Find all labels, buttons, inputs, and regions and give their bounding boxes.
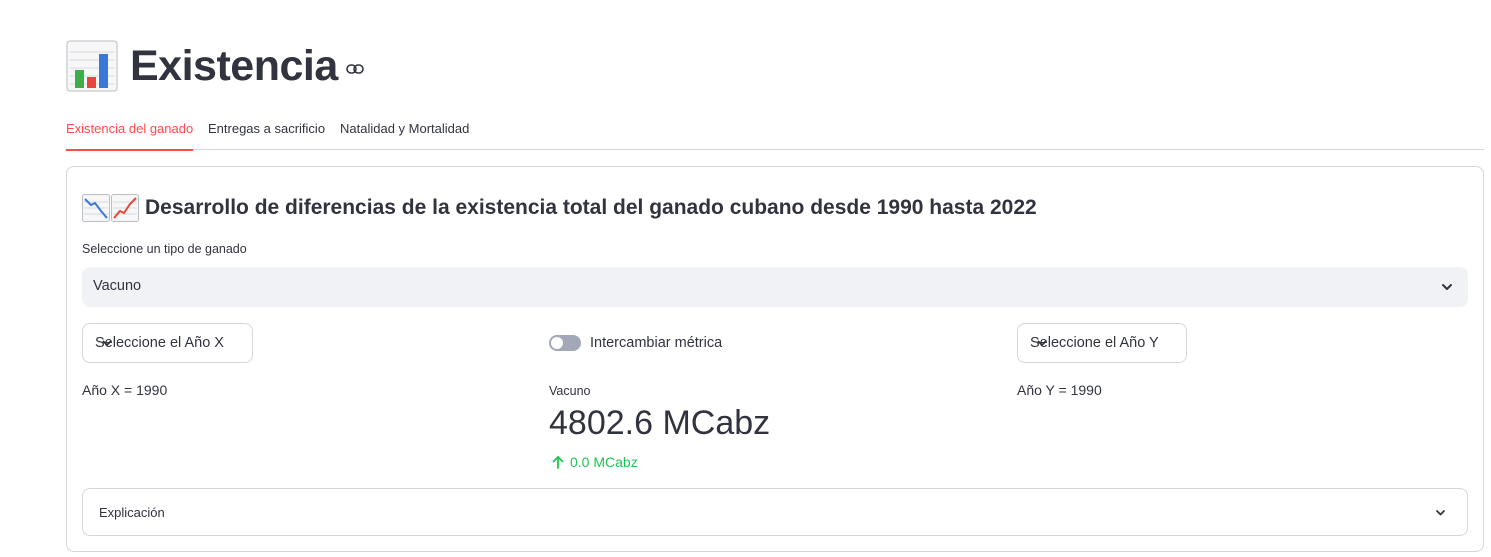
anchor-link[interactable] [345, 64, 364, 74]
toggle-knob [551, 337, 563, 349]
year-x-select-button[interactable]: Seleccione el Año X [82, 323, 253, 363]
metric-value: 4802.6 MCabz [549, 404, 771, 442]
year-y-select-label: Seleccione el Año Y [1030, 335, 1159, 351]
tab-natalidad-y-mortalidad[interactable]: Natalidad y Mortalidad [340, 112, 469, 150]
year-y-text: Año Y = 1990 [1017, 382, 1102, 398]
explanation-expander[interactable]: Explicación [82, 488, 1468, 536]
chevron-down-icon [1036, 337, 1048, 349]
bar-chart-emoji-icon [66, 40, 118, 92]
tab-bar: Existencia del ganado Entregas a sacrifi… [66, 112, 1484, 151]
expander-label: Explicación [99, 505, 165, 520]
section-heading: Desarrollo de diferencias de la existenc… [82, 192, 1037, 224]
chevron-down-icon [1440, 280, 1454, 294]
page-header: Existencia [66, 38, 364, 94]
chart-increasing-emoji-icon [111, 194, 139, 222]
chart-decreasing-emoji-icon [82, 194, 110, 222]
livestock-select-label: Seleccione un tipo de ganado [82, 242, 247, 256]
swap-metric-label: Intercambiar métrica [590, 335, 723, 351]
year-x-text: Año X = 1990 [82, 382, 168, 398]
metric-delta: 0.0 MCabz [551, 453, 638, 471]
metric-delta-value: 0.0 MCabz [570, 454, 638, 470]
section-heading-text: Desarrollo de diferencias de la existenc… [145, 196, 1037, 219]
year-y-select-button[interactable]: Seleccione el Año Y [1017, 323, 1187, 363]
link-icon [345, 64, 364, 74]
arrow-up-icon [552, 456, 564, 469]
toggle-track[interactable] [549, 335, 581, 351]
chevron-down-icon [1434, 506, 1447, 519]
page-title: Existencia [130, 41, 338, 90]
metric-label: Vacuno [549, 384, 591, 398]
tab-entregas-a-sacrificio[interactable]: Entregas a sacrificio [208, 112, 325, 150]
livestock-select[interactable]: Vacuno [82, 267, 1468, 307]
livestock-select-value: Vacuno [93, 278, 142, 294]
swap-metric-toggle[interactable]: Intercambiar métrica [549, 332, 722, 354]
tab-existencia-del-ganado[interactable]: Existencia del ganado [66, 112, 194, 151]
chevron-down-icon [101, 337, 113, 349]
year-x-select-label: Seleccione el Año X [95, 335, 224, 351]
